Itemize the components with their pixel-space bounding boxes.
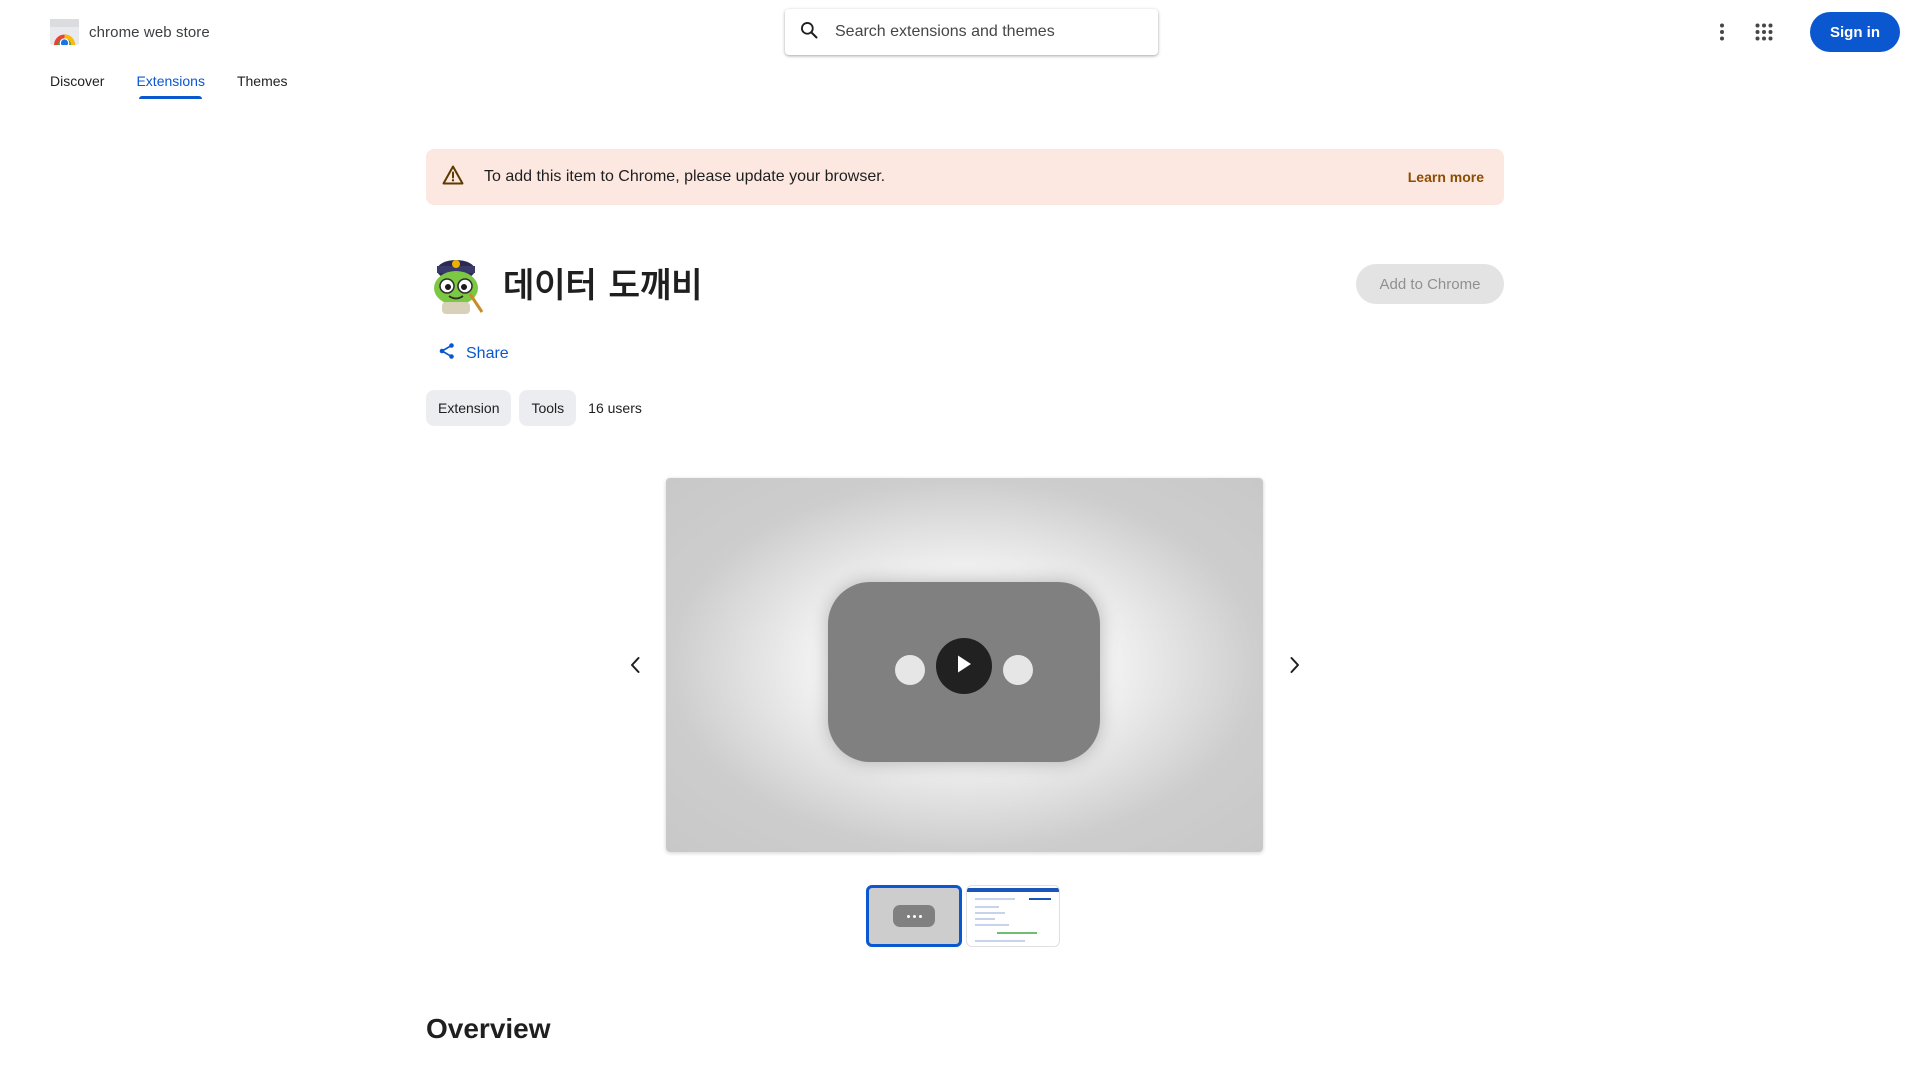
tab-extensions[interactable]: Extensions [136,73,205,99]
extension-icon [426,252,486,314]
video-player[interactable] [666,478,1263,852]
tab-discover[interactable]: Discover [50,73,104,99]
tab-themes[interactable]: Themes [237,73,288,99]
search-input[interactable] [835,23,1135,41]
overview-heading: Overview [426,1013,551,1044]
chip-extension[interactable]: Extension [426,390,512,426]
chip-tools[interactable]: Tools [519,390,577,426]
search-box[interactable] [785,9,1158,55]
update-browser-banner: To add this item to Chrome, please updat… [426,149,1504,205]
play-icon [955,654,973,679]
google-apps-icon[interactable] [1744,12,1784,52]
learn-more-link[interactable]: Learn more [1408,169,1484,185]
header-actions: Sign in [1702,12,1900,52]
next-slide-button[interactable] [1280,652,1310,682]
extension-title: 데이터 도깨비 [503,266,703,306]
media-thumbnails [866,885,1060,947]
more-options-icon[interactable] [1702,12,1742,52]
chrome-web-store-icon [50,19,79,48]
placeholder-dot-right [1003,655,1033,685]
video-thumbnail-graphic [893,905,935,927]
category-tabs: Discover Extensions Themes [50,73,288,99]
thumbnail-screenshot[interactable] [966,885,1060,947]
warning-icon [442,165,464,190]
logo-text: chrome web store [89,23,210,41]
chevron-left-icon [629,656,641,679]
placeholder-dot-left [895,655,925,685]
share-icon [438,342,456,365]
share-label: Share [466,344,509,362]
sign-in-button[interactable]: Sign in [1810,12,1900,52]
banner-message: To add this item to Chrome, please updat… [484,168,886,185]
item-meta: Extension Tools 16 users [426,390,642,426]
search-icon [799,20,819,45]
play-button[interactable] [936,638,992,694]
add-to-chrome-button[interactable]: Add to Chrome [1356,264,1504,304]
thumbnail-video[interactable] [866,885,962,947]
previous-slide-button[interactable] [620,652,650,682]
share-button[interactable]: Share [438,342,509,365]
user-count: 16 users [588,400,642,416]
chrome-web-store-logo[interactable]: chrome web store [50,19,210,48]
chevron-right-icon [1289,656,1301,679]
top-header: chrome web store Sign in [0,0,1920,64]
